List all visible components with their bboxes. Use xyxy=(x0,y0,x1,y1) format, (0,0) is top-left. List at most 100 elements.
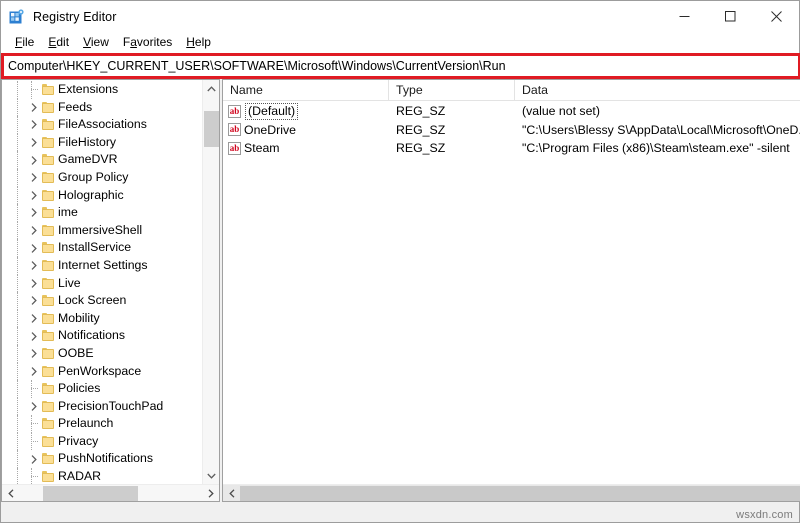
value-row[interactable]: ab Steam REG_SZ "C:\Program Files (x86)\Ste… xyxy=(223,139,800,158)
chevron-right-icon[interactable] xyxy=(28,169,40,187)
tree-item-label: Group Policy xyxy=(58,169,129,184)
menu-file[interactable]: File xyxy=(8,32,41,52)
tree-guide-line xyxy=(17,397,18,416)
tree-item-label: FileHistory xyxy=(58,134,117,149)
registry-key-tree[interactable]: Extensions Feeds FileAssociations FileHisto… xyxy=(2,80,202,484)
tree-item-feeds[interactable]: Feeds xyxy=(2,98,202,117)
chevron-right-icon[interactable] xyxy=(28,99,40,117)
column-header-data[interactable]: Data xyxy=(515,80,800,100)
tree-guide-line xyxy=(17,362,18,381)
chevron-right-icon[interactable] xyxy=(28,257,40,275)
tree-item-mobility[interactable]: Mobility xyxy=(2,309,202,328)
address-bar-input[interactable]: Computer\HKEY_CURRENT_USER\SOFTWARE\Micr… xyxy=(4,56,798,76)
tree-hscroll-track[interactable] xyxy=(19,485,202,502)
chevron-right-icon[interactable] xyxy=(28,204,40,222)
tree-item-privacy[interactable]: Privacy xyxy=(2,432,202,451)
tree-item-internet-settings[interactable]: Internet Settings xyxy=(2,256,202,275)
tree-scroll-track[interactable] xyxy=(203,97,220,467)
tree-item-installservice[interactable]: InstallService xyxy=(2,239,202,257)
tree-vertical-scrollbar[interactable] xyxy=(202,80,219,484)
tree-guide-line xyxy=(17,133,18,152)
chevron-right-icon[interactable] xyxy=(28,151,40,169)
chevron-right-icon[interactable] xyxy=(28,275,40,293)
tree-horizontal-scrollbar[interactable] xyxy=(2,484,219,501)
maximize-button[interactable] xyxy=(707,1,753,32)
tree-scroll-right-button[interactable] xyxy=(202,485,219,502)
column-header-name[interactable]: Name xyxy=(223,80,389,100)
tree-guide-line xyxy=(17,274,18,293)
tree-item-fileassociations[interactable]: FileAssociations xyxy=(2,116,202,134)
tree-item-radar[interactable]: RADAR xyxy=(2,468,202,484)
tree-connector-line xyxy=(28,380,40,398)
tree-scroll-left-button[interactable] xyxy=(2,485,19,502)
chevron-right-icon[interactable] xyxy=(28,239,40,257)
chevron-right-icon[interactable] xyxy=(28,398,40,416)
value-row[interactable]: ab (Default) REG_SZ (value not set) xyxy=(223,102,800,121)
tree-item-extensions[interactable]: Extensions xyxy=(2,81,202,99)
values-hscroll-track[interactable] xyxy=(240,485,800,502)
tree-item-notifications[interactable]: Notifications xyxy=(2,327,202,345)
registry-values-panel: Name Type Data ab (Default) REG_SZ (value n… xyxy=(222,79,800,502)
tree-item-prelaunch[interactable]: Prelaunch xyxy=(2,415,202,433)
tree-item-precisiontouchpad[interactable]: PrecisionTouchPad xyxy=(2,397,202,416)
menu-view[interactable]: View xyxy=(76,32,116,52)
tree-item-oobe[interactable]: OOBE xyxy=(2,344,202,363)
chevron-right-icon[interactable] xyxy=(28,222,40,240)
tree-item-label: FileAssociations xyxy=(58,117,147,132)
value-type-cell: REG_SZ xyxy=(396,122,446,137)
registry-values-list[interactable]: ab (Default) REG_SZ (value not set) ab OneDri… xyxy=(223,101,800,484)
menu-help[interactable]: Help xyxy=(179,32,218,52)
registry-editor-window: Registry Editor File Edit View Favorites… xyxy=(0,0,800,523)
tree-guide-line xyxy=(17,327,18,345)
tree-scroll-down-button[interactable] xyxy=(203,467,220,484)
value-type-cell: REG_SZ xyxy=(396,104,446,118)
string-value-icon: ab xyxy=(228,104,241,118)
tree-hscroll-thumb[interactable] xyxy=(43,485,138,501)
tree-item-label: Notifications xyxy=(58,328,125,343)
chevron-right-icon[interactable] xyxy=(28,363,40,381)
folder-icon xyxy=(42,365,55,377)
chevron-right-icon[interactable] xyxy=(28,116,40,134)
values-horizontal-scrollbar[interactable] xyxy=(223,484,800,501)
folder-icon xyxy=(42,312,55,324)
tree-item-gamedvr[interactable]: GameDVR xyxy=(2,151,202,169)
chevron-right-icon[interactable] xyxy=(28,345,40,363)
menu-edit[interactable]: Edit xyxy=(41,32,76,52)
string-value-icon: ab xyxy=(228,141,241,155)
tree-item-penworkspace[interactable]: PenWorkspace xyxy=(2,362,202,381)
tree-guide-line xyxy=(17,380,18,398)
tree-item-policies[interactable]: Policies xyxy=(2,380,202,398)
tree-item-lock-screen[interactable]: Lock Screen xyxy=(2,292,202,310)
chevron-right-icon[interactable] xyxy=(28,327,40,345)
tree-item-label: OOBE xyxy=(58,345,94,360)
chevron-right-icon[interactable] xyxy=(28,134,40,152)
values-scroll-left-button[interactable] xyxy=(223,485,240,502)
close-button[interactable] xyxy=(753,1,799,32)
chevron-right-icon[interactable] xyxy=(28,187,40,205)
tree-guide-line xyxy=(17,292,18,310)
tree-item-label: Feeds xyxy=(58,99,93,114)
tree-item-immersiveshell[interactable]: ImmersiveShell xyxy=(2,221,202,240)
column-header-type[interactable]: Type xyxy=(389,80,515,100)
values-hscroll-thumb[interactable] xyxy=(240,485,800,501)
value-row[interactable]: ab OneDrive REG_SZ "C:\Users\Blessy S\AppDa… xyxy=(223,121,800,140)
value-name-cell[interactable]: ab (Default) xyxy=(223,102,389,120)
chevron-right-icon[interactable] xyxy=(28,450,40,468)
minimize-button[interactable] xyxy=(661,1,707,32)
tree-item-ime[interactable]: ime xyxy=(2,204,202,222)
tree-item-pushnotifications[interactable]: PushNotifications xyxy=(2,450,202,469)
chevron-right-icon[interactable] xyxy=(28,310,40,328)
tree-item-holographic[interactable]: Holographic xyxy=(2,186,202,205)
tree-item-group-policy[interactable]: Group Policy xyxy=(2,168,202,187)
menu-favorites[interactable]: Favorites xyxy=(116,32,179,52)
value-name-cell[interactable]: ab Steam xyxy=(223,139,389,158)
chevron-right-icon[interactable] xyxy=(28,292,40,310)
tree-item-filehistory[interactable]: FileHistory xyxy=(2,133,202,152)
tree-item-label: Holographic xyxy=(58,187,124,202)
tree-scroll-thumb[interactable] xyxy=(203,111,219,147)
tree-scroll-up-button[interactable] xyxy=(203,80,220,97)
tree-item-live[interactable]: Live xyxy=(2,274,202,293)
tree-connector-line xyxy=(28,468,40,484)
folder-icon xyxy=(42,207,55,219)
value-name-cell[interactable]: ab OneDrive xyxy=(223,121,389,140)
